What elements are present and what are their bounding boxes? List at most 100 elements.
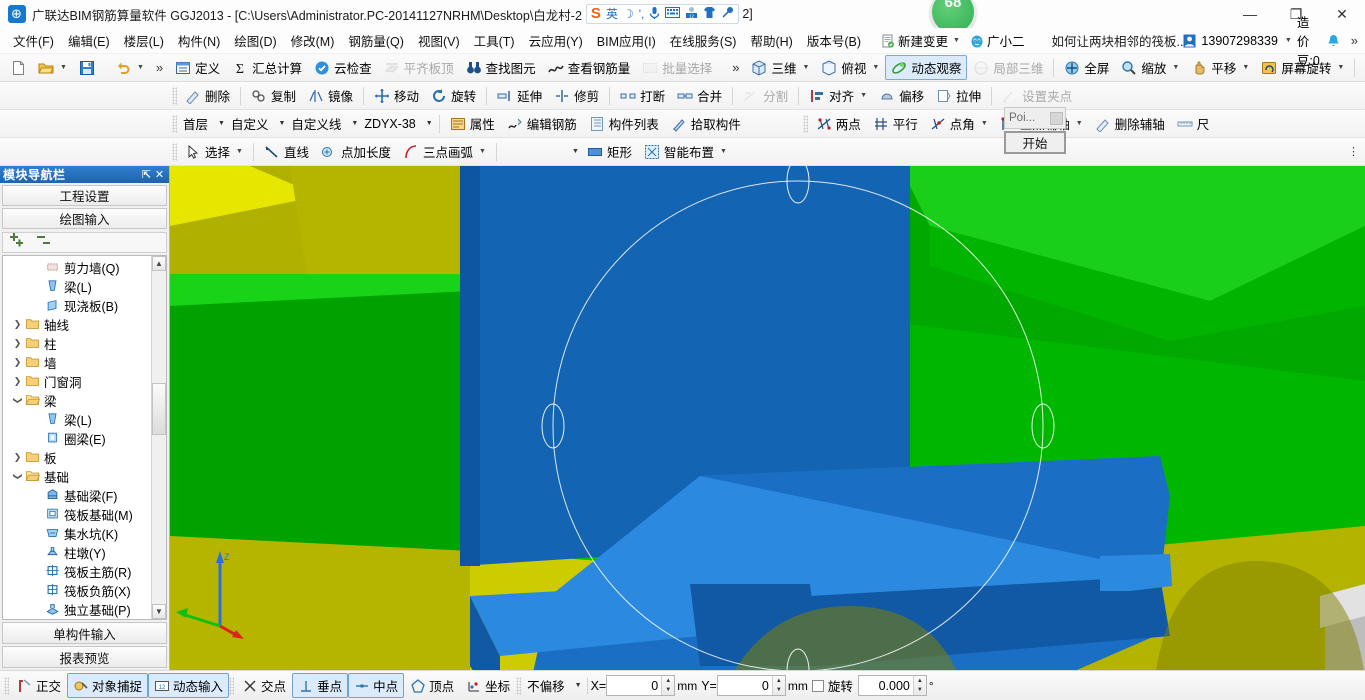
- sidebar-button-single-member-input[interactable]: 单构件输入: [2, 622, 167, 644]
- scrollbar-thumb[interactable]: [152, 383, 166, 435]
- mirror-button[interactable]: 镜像: [302, 83, 359, 108]
- add-icon[interactable]: [9, 233, 27, 252]
- tree-item-10[interactable]: 圈梁(E): [3, 429, 151, 448]
- chevron-right-icon[interactable]: ❯: [11, 376, 24, 387]
- toolbar-grip-3[interactable]: [172, 114, 177, 133]
- tree-item-1[interactable]: 剪力墙(Q): [3, 258, 151, 277]
- menu-4[interactable]: 构件(N): [171, 28, 227, 53]
- x-spin-down[interactable]: ▼: [662, 686, 674, 696]
- cube-button[interactable]: 三维 ▼: [745, 55, 815, 80]
- tree-item-18[interactable]: 筏板负筋(X): [3, 581, 151, 600]
- point-popup-titlebar[interactable]: Poi...: [1004, 107, 1066, 129]
- status-intersection[interactable]: 交点: [236, 673, 292, 698]
- tree-item-2[interactable]: 梁(L): [3, 277, 151, 296]
- statusbar-grip[interactable]: [4, 676, 9, 695]
- ime-punctuation-icon[interactable]: ',: [639, 7, 645, 21]
- rotate-input[interactable]: [858, 676, 913, 695]
- chevron-down-icon[interactable]: ▼: [278, 120, 285, 127]
- rotate-spinner[interactable]: ▲▼: [857, 675, 927, 696]
- sidebar-button-project-settings[interactable]: 工程设置: [2, 185, 167, 206]
- orbit-button[interactable]: 动态观察: [885, 55, 968, 80]
- chevron-down-icon[interactable]: ▼: [575, 682, 582, 689]
- x-spinner[interactable]: ▲▼: [606, 675, 676, 696]
- x-spin-buttons[interactable]: ▲ ▼: [661, 676, 675, 696]
- merge-button[interactable]: 合并: [671, 83, 728, 108]
- status-midpoint[interactable]: 中点: [348, 673, 405, 698]
- new-change-button[interactable]: 新建变更 ▼: [876, 29, 965, 52]
- sigma-button[interactable]: Σ 汇总计算: [226, 55, 308, 80]
- scroll-down-button[interactable]: ▼: [152, 604, 166, 619]
- ime-keyboard-icon[interactable]: [665, 7, 681, 21]
- break-button[interactable]: 打断: [614, 83, 671, 108]
- chevron-right-icon[interactable]: ❯: [11, 357, 24, 368]
- tree-scrollbar[interactable]: ▲ ▼: [151, 256, 166, 619]
- ruler-button[interactable]: 尺: [1171, 111, 1216, 136]
- chevron-down-icon[interactable]: ▼: [236, 148, 243, 155]
- tree-item-17[interactable]: 筏板主筋(R): [3, 562, 151, 581]
- menu-2[interactable]: 编辑(E): [61, 28, 117, 53]
- chevron-right-icon[interactable]: ❯: [11, 452, 24, 463]
- rotate-button[interactable]: 旋转: [425, 83, 482, 108]
- tree-item-11[interactable]: ❯ 板: [3, 448, 151, 467]
- stretch-button[interactable]: 拉伸: [930, 83, 987, 108]
- menu-13[interactable]: 帮助(H): [743, 28, 799, 53]
- ime-tools-icon[interactable]: [721, 6, 734, 22]
- menu-12[interactable]: 在线服务(S): [663, 28, 744, 53]
- 3d-viewport[interactable]: Z: [170, 166, 1365, 670]
- tree-item-12[interactable]: ❯ 基础: [3, 467, 151, 486]
- sidebar-button-report-preview[interactable]: 报表预览: [2, 646, 167, 668]
- two-point-button[interactable]: 两点: [810, 111, 867, 136]
- rebar-view-button[interactable]: 查看钢筋量: [542, 55, 637, 80]
- rotate-checkbox[interactable]: [811, 679, 824, 692]
- menu-14[interactable]: 版本号(B): [800, 28, 868, 53]
- rectangle-button[interactable]: 矩形: [581, 139, 638, 164]
- coins-label[interactable]: 造价豆:0: [1297, 12, 1322, 69]
- tree-item-4[interactable]: ❯ 轴线: [3, 315, 151, 334]
- toolbar-overflow-mid[interactable]: »: [726, 60, 745, 75]
- trim-button[interactable]: 修剪: [548, 83, 605, 108]
- menu-overflow-button[interactable]: »: [1345, 33, 1364, 48]
- floor-combo[interactable]: 首层 ▼: [179, 114, 227, 134]
- topview-button[interactable]: 俯视 ▼: [815, 55, 885, 80]
- y-spin-down[interactable]: ▼: [773, 686, 785, 696]
- member-combo[interactable]: ZDYX-38 ▼: [360, 114, 434, 134]
- chevron-down-icon[interactable]: ▼: [953, 37, 960, 44]
- edit-rebar-button[interactable]: 编辑钢筋: [501, 111, 583, 136]
- chevron-right-icon[interactable]: ❯: [11, 319, 24, 330]
- tree-item-5[interactable]: ❯ 柱: [3, 334, 151, 353]
- x-spin-up[interactable]: ▲: [662, 676, 674, 686]
- chevron-down-icon[interactable]: ▼: [351, 120, 358, 127]
- chevron-down-icon[interactable]: ▼: [802, 64, 809, 71]
- tree-item-13[interactable]: 基础梁(F): [3, 486, 151, 505]
- menu-3[interactable]: 楼层(L): [117, 28, 171, 53]
- menu-5[interactable]: 绘图(D): [227, 28, 283, 53]
- menu-6[interactable]: 修改(M): [284, 28, 342, 53]
- chevron-down-icon[interactable]: ▼: [426, 120, 433, 127]
- menu-7[interactable]: 钢筋量(Q): [341, 28, 411, 53]
- account-phone[interactable]: 13907298339: [1201, 34, 1277, 48]
- toolbar-grip-4[interactable]: [172, 142, 177, 161]
- ime-toolbar[interactable]: S 英 ☽ ', 12: [585, 4, 740, 24]
- member-list-button[interactable]: 构件列表: [583, 111, 665, 136]
- chevron-down-icon[interactable]: ▼: [1172, 64, 1179, 71]
- 3d-model-scene[interactable]: Z: [170, 166, 1365, 670]
- account-chevron-down-icon[interactable]: ▼: [1285, 37, 1292, 44]
- type-combo[interactable]: 自定义 ▼: [227, 114, 287, 134]
- menu-11[interactable]: BIM应用(I): [590, 28, 663, 53]
- cloud-check-button[interactable]: 云检查: [308, 55, 378, 80]
- point-angle-button[interactable]: 点角 ▼: [924, 111, 994, 136]
- chevron-right-icon[interactable]: ❯: [11, 338, 24, 349]
- undo-chevron-down-icon[interactable]: ▼: [137, 64, 144, 71]
- y-spin-buttons[interactable]: ▲ ▼: [771, 676, 785, 696]
- offset-button[interactable]: 偏移: [873, 83, 930, 108]
- three-point-arc-button[interactable]: 三点画弧 ▼: [397, 139, 492, 164]
- menu-9[interactable]: 工具(T): [467, 28, 522, 53]
- properties-button[interactable]: 属性: [444, 111, 501, 136]
- parallel-button[interactable]: 平行: [867, 111, 924, 136]
- delete-button[interactable]: 删除: [179, 83, 236, 108]
- chevron-down-icon[interactable]: ▼: [872, 64, 879, 71]
- ime-numpad-icon[interactable]: 12: [685, 6, 698, 22]
- chevron-down-icon[interactable]: ▼: [566, 148, 579, 155]
- sogou-logo-icon[interactable]: S: [591, 6, 601, 21]
- status-ortho[interactable]: 正交: [11, 673, 67, 698]
